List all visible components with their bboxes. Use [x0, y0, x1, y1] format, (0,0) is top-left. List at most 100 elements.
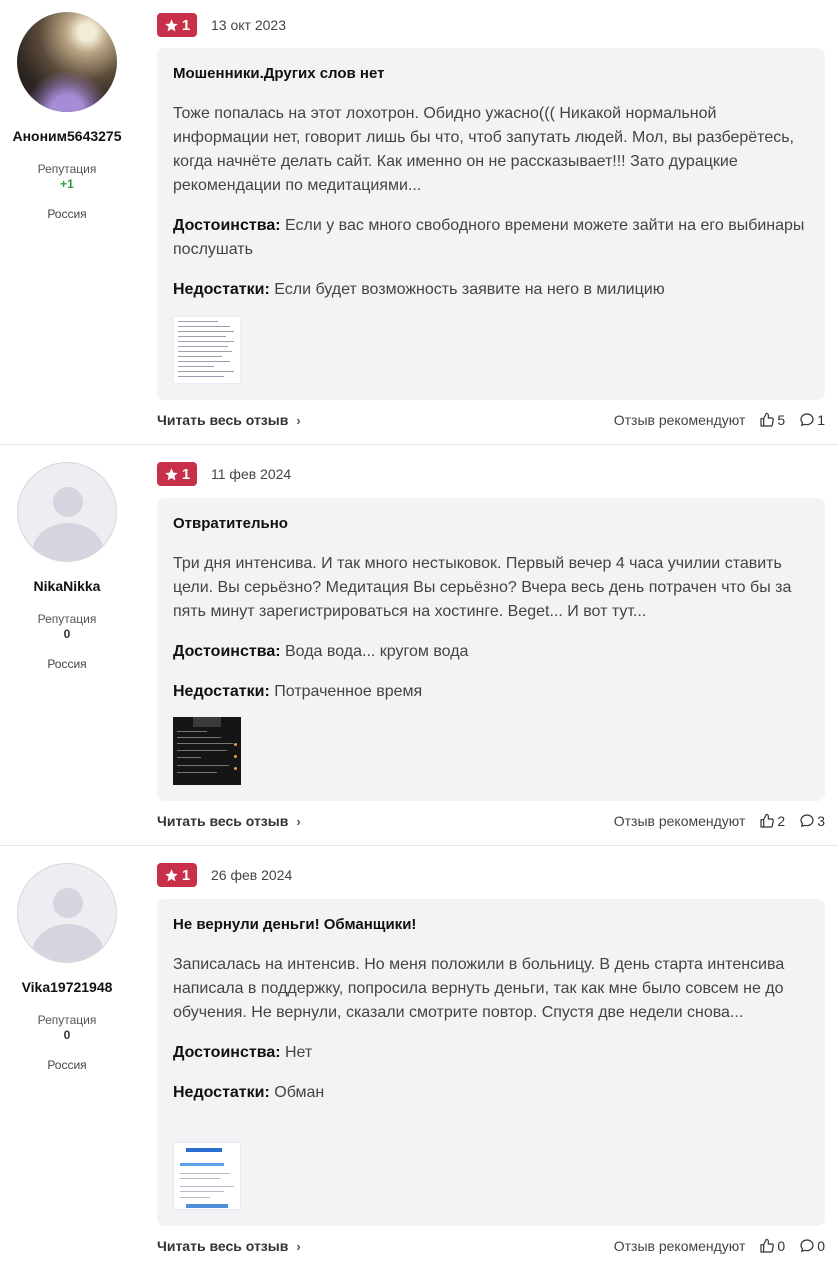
review-item: NikaNikka Репутация 0 Россия 1 11 фев 20… [0, 462, 838, 845]
review-card: Не вернули деньги! Обманщики! Записалась… [157, 899, 825, 1226]
review-date: 26 фев 2024 [211, 867, 293, 883]
recommend-label: Отзыв рекомендуют [613, 412, 746, 428]
rating-badge: 1 [157, 462, 197, 486]
like-count: 0 [777, 1238, 786, 1254]
comment-count: 3 [817, 813, 825, 829]
review-photo-thumbnail[interactable] [173, 316, 241, 384]
avatar[interactable] [17, 462, 117, 562]
author-block: Vika19721948 Репутация 0 Россия [0, 863, 134, 1072]
review-title[interactable]: Отвратительно [173, 514, 809, 534]
cons-label: Недостатки: [173, 683, 270, 700]
rating-row: 1 26 фев 2024 [157, 863, 292, 887]
recommend-label: Отзыв рекомендуют [613, 813, 746, 829]
comment-count: 0 [817, 1238, 825, 1254]
thumbs-up-icon [760, 1238, 775, 1253]
pros-label: Достоинства: [173, 643, 281, 660]
recommend-label: Отзыв рекомендуют [613, 1238, 746, 1254]
reputation-value: 0 [63, 1028, 71, 1042]
pros-text: Вода вода... кругом вода [285, 643, 469, 660]
reputation-label: Репутация [37, 612, 97, 626]
reputation-value: +1 [60, 177, 74, 191]
review-footer: Читать весь отзыв › Отзыв рекомендуют 0 … [157, 1236, 825, 1256]
review-card: Мошенники.Других слов нет Тоже попалась … [157, 48, 825, 400]
read-full-review-link[interactable]: Читать весь отзыв › [157, 412, 301, 428]
read-full-review-link[interactable]: Читать весь отзыв › [157, 1238, 301, 1254]
review-divider [0, 845, 838, 846]
read-more-label: Читать весь отзыв [157, 1238, 289, 1254]
cons-text: Если будет возможность заявите на него в… [274, 281, 665, 298]
review-item: Аноним5643275 Репутация +1 Россия 1 13 о… [0, 12, 838, 444]
comment-count: 1 [817, 412, 825, 428]
review-cons: Недостатки: Если будет возможность заяви… [173, 278, 809, 302]
like-button[interactable]: 0 [759, 1238, 785, 1254]
rating-row: 1 13 окт 2023 [157, 13, 286, 37]
pros-label: Достоинства: [173, 217, 281, 234]
reputation-label: Репутация [37, 1013, 97, 1027]
chevron-right-icon: › [296, 412, 301, 428]
star-icon [165, 467, 178, 480]
review-pros: Достоинства: Нет [173, 1041, 809, 1065]
author-block: Аноним5643275 Репутация +1 Россия [0, 12, 134, 221]
author-block: NikaNikka Репутация 0 Россия [0, 462, 134, 671]
author-name[interactable]: Аноним5643275 [0, 128, 134, 144]
author-country: Россия [47, 1058, 87, 1072]
like-button[interactable]: 5 [759, 412, 785, 428]
review-date: 13 окт 2023 [211, 17, 286, 33]
review-text: Три дня интенсива. И так много нестыково… [173, 555, 792, 620]
read-more-label: Читать весь отзыв [157, 412, 289, 428]
cons-text: Потраченное время [274, 683, 423, 700]
review-footer: Читать весь отзыв › Отзыв рекомендуют 2 … [157, 811, 825, 831]
rating-row: 1 11 фев 2024 [157, 462, 291, 486]
cons-text: Обман [274, 1084, 325, 1101]
review-footer: Читать весь отзыв › Отзыв рекомендуют 5 … [157, 410, 825, 430]
pros-label: Достоинства: [173, 1044, 281, 1061]
rating-badge: 1 [157, 863, 197, 887]
star-icon [165, 18, 178, 31]
review-card: Отвратительно Три дня интенсива. И так м… [157, 498, 825, 801]
comment-icon [800, 814, 814, 827]
rating-value: 1 [181, 465, 191, 483]
review-date: 11 фев 2024 [211, 466, 292, 482]
review-item: Vika19721948 Репутация 0 Россия 1 26 фев… [0, 863, 838, 1263]
author-country: Россия [47, 207, 87, 221]
star-icon [165, 868, 178, 881]
comments-button[interactable]: 0 [799, 1238, 825, 1254]
review-title[interactable]: Мошенники.Других слов нет [173, 64, 809, 84]
reputation-label: Репутация [37, 162, 97, 176]
chevron-right-icon: › [296, 1238, 301, 1254]
rating-badge: 1 [157, 13, 197, 37]
rating-value: 1 [181, 16, 191, 34]
review-photo-thumbnail[interactable] [173, 717, 241, 785]
author-name[interactable]: NikaNikka [0, 578, 134, 594]
avatar[interactable] [17, 863, 117, 963]
review-text: Записалась на интенсив. Но меня положили… [173, 956, 785, 1021]
review-cons: Недостатки: Потраченное время [173, 680, 809, 704]
review-divider [0, 444, 838, 445]
pros-text: Нет [285, 1044, 313, 1061]
review-photo-thumbnail[interactable] [173, 1142, 241, 1210]
review-pros: Достоинства: Если у вас много свободного… [173, 214, 809, 262]
like-count: 5 [777, 412, 786, 428]
comments-button[interactable]: 3 [799, 813, 825, 829]
cons-label: Недостатки: [173, 1084, 270, 1101]
read-more-label: Читать весь отзыв [157, 813, 289, 829]
chevron-right-icon: › [296, 813, 301, 829]
rating-value: 1 [181, 866, 191, 884]
read-full-review-link[interactable]: Читать весь отзыв › [157, 813, 301, 829]
comment-icon [800, 1239, 814, 1252]
comments-button[interactable]: 1 [799, 412, 825, 428]
review-title[interactable]: Не вернули деньги! Обманщики! [173, 915, 809, 935]
review-cons: Недостатки: Обман [173, 1081, 809, 1105]
comment-icon [800, 413, 814, 426]
author-country: Россия [47, 657, 87, 671]
author-name[interactable]: Vika19721948 [0, 979, 134, 995]
avatar[interactable] [17, 12, 117, 112]
review-pros: Достоинства: Вода вода... кругом вода [173, 640, 809, 664]
like-count: 2 [777, 813, 786, 829]
thumbs-up-icon [760, 412, 775, 427]
reputation-value: 0 [63, 627, 71, 641]
thumbs-up-icon [760, 813, 775, 828]
review-text: Тоже попалась на этот лохотрон. Обидно у… [173, 105, 794, 194]
like-button[interactable]: 2 [759, 813, 785, 829]
cons-label: Недостатки: [173, 281, 270, 298]
